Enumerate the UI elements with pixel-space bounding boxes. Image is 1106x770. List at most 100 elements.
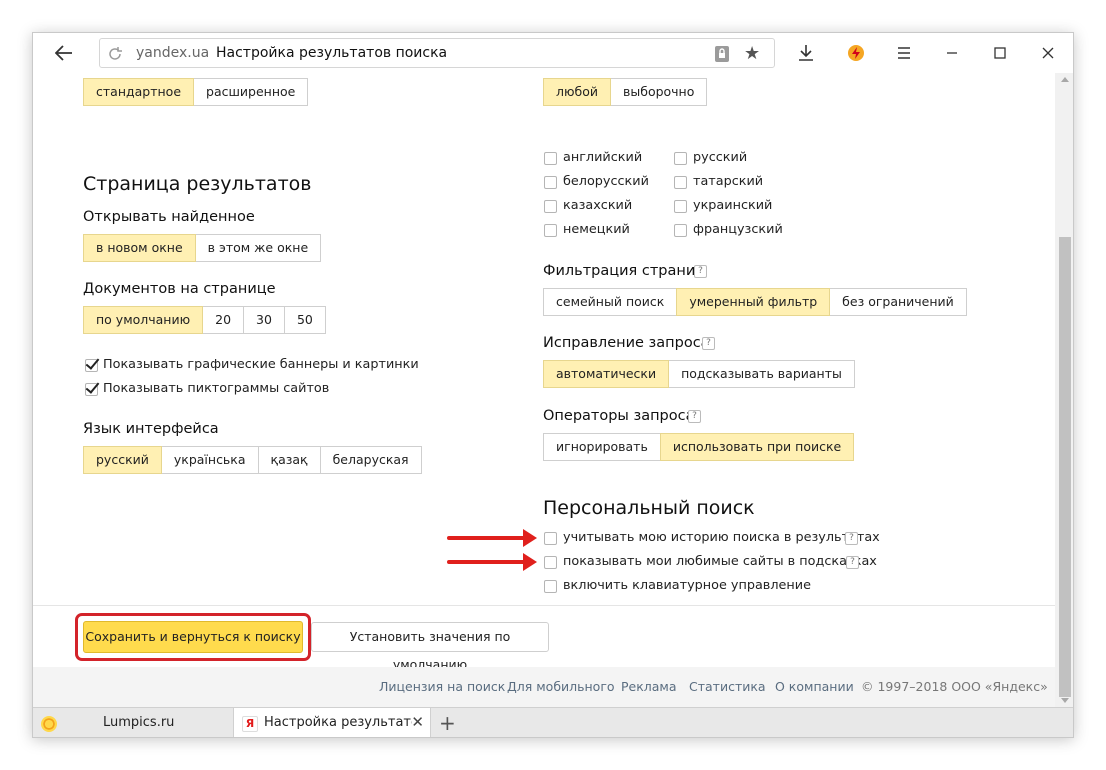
favorite-sites-help-icon[interactable]: ? (846, 556, 859, 569)
copyright-text: © 1997–2018 ООО «Яндекс» (861, 679, 1048, 694)
language-label: белорусский (563, 174, 649, 189)
option-20[interactable]: 20 (202, 306, 245, 334)
menu-hamburger-icon[interactable] (889, 41, 919, 65)
option-same-window[interactable]: в этом же окне (194, 234, 322, 262)
footer-link-license[interactable]: Лицензия на поиск (379, 679, 505, 694)
option-moderate-filter[interactable]: умеренный фильтр (676, 288, 831, 316)
option-30[interactable]: 30 (243, 306, 285, 334)
save-and-return-button[interactable]: Сохранить и вернуться к поиску (83, 621, 303, 653)
docs-per-page-label: Документов на странице (83, 281, 276, 297)
tab-title: Lumpics.ru (103, 715, 175, 730)
address-bar[interactable]: yandex.ua Настройка результатов поиска ★ (99, 38, 775, 68)
query-operators-segment: игнорировать использовать при поиске (543, 433, 855, 461)
option-auto-fix[interactable]: автоматически (543, 360, 670, 388)
language-checkbox[interactable] (674, 176, 687, 189)
new-tab-plus-icon[interactable]: + (439, 711, 456, 735)
banners-checkbox-label: Показывать графические баннеры и картинк… (103, 357, 419, 372)
page-filter-help-icon[interactable]: ? (694, 265, 707, 278)
option-ignore-operators[interactable]: игнорировать (543, 433, 661, 461)
reload-icon[interactable] (106, 45, 124, 63)
query-fix-label: Исправление запроса (543, 335, 710, 351)
option-lang-ru[interactable]: русский (83, 446, 162, 474)
language-checkbox[interactable] (544, 152, 557, 165)
footer-links-bar: Лицензия на поиск Для мобильного Реклама… (33, 667, 1055, 707)
language-checkbox[interactable] (674, 224, 687, 237)
favorite-sites-checkbox[interactable] (544, 556, 557, 569)
interface-language-label: Язык интерфейса (83, 421, 219, 437)
bookmark-star-icon[interactable]: ★ (744, 43, 760, 64)
option-selective-language[interactable]: выборочно (610, 78, 708, 106)
query-operators-help-icon[interactable]: ? (688, 410, 701, 423)
annotation-arrow-icon (447, 553, 537, 571)
history-checkbox[interactable] (544, 532, 557, 545)
query-operators-label: Операторы запроса (543, 408, 695, 424)
favicons-checkbox-label: Показывать пиктограммы сайтов (103, 381, 330, 396)
keyboard-control-checkbox[interactable] (544, 580, 557, 593)
footer-link-mobile[interactable]: Для мобильного (507, 679, 615, 694)
tab-search-settings[interactable]: Я Настройка результатов поиска ✕ (233, 708, 431, 737)
language-label: русский (693, 150, 748, 165)
language-checkbox[interactable] (544, 224, 557, 237)
close-tab-icon[interactable]: ✕ (411, 713, 424, 731)
language-checkbox[interactable] (674, 152, 687, 165)
scroll-up-icon[interactable] (1061, 77, 1069, 82)
annotation-arrow-icon (447, 529, 537, 547)
lock-icon[interactable] (713, 45, 731, 63)
option-lang-be[interactable]: беларуская (319, 446, 422, 474)
language-label: казахский (563, 198, 633, 213)
option-standard[interactable]: стандартное (83, 78, 195, 106)
option-default[interactable]: по умолчанию (83, 306, 204, 334)
maximize-icon[interactable] (985, 41, 1015, 65)
banners-checkbox[interactable] (85, 359, 98, 372)
option-no-filter[interactable]: без ограничений (829, 288, 967, 316)
search-language-segment: любой выборочно (543, 78, 708, 106)
language-checkbox[interactable] (544, 200, 557, 213)
download-icon[interactable] (791, 41, 821, 65)
favorite-sites-checkbox-label: показывать мои любимые сайты в подсказка… (563, 554, 877, 569)
close-window-icon[interactable] (1033, 41, 1063, 65)
scroll-thumb[interactable] (1059, 237, 1071, 697)
turbo-flash-icon[interactable] (841, 41, 871, 65)
open-found-segment: в новом окне в этом же окне (83, 234, 322, 262)
vertical-scrollbar[interactable] (1055, 73, 1073, 707)
option-use-operators[interactable]: использовать при поиске (659, 433, 855, 461)
option-new-window[interactable]: в новом окне (83, 234, 196, 262)
history-help-icon[interactable]: ? (845, 532, 858, 545)
option-lang-kk[interactable]: қазақ (257, 446, 321, 474)
reset-defaults-button[interactable]: Установить значения по умолчанию (311, 622, 549, 672)
docs-per-page-segment: по умолчанию 20 30 50 (83, 306, 326, 334)
query-fix-help-icon[interactable]: ? (702, 337, 715, 350)
browser-window: yandex.ua Настройка результатов поиска ★… (32, 32, 1074, 738)
tab-bar: Lumpics.ru Я Настройка результатов поиск… (33, 707, 1073, 737)
favicons-checkbox[interactable] (85, 383, 98, 396)
language-label: татарский (693, 174, 764, 189)
interface-language-segment: русский українська қазақ беларуская (83, 446, 422, 474)
language-label: английский (563, 150, 643, 165)
option-suggest-variants[interactable]: подсказывать варианты (668, 360, 855, 388)
page-filter-label: Фильтрация страниц (543, 263, 706, 279)
open-found-label: Открывать найденное (83, 209, 255, 225)
language-checkbox[interactable] (674, 200, 687, 213)
option-family-filter[interactable]: семейный поиск (543, 288, 678, 316)
language-checkbox[interactable] (544, 176, 557, 189)
option-any-language[interactable]: любой (543, 78, 611, 106)
lumpics-favicon-icon (41, 716, 57, 732)
option-50[interactable]: 50 (283, 306, 326, 334)
address-page-title: Настройка результатов поиска (216, 45, 448, 61)
results-page-heading: Страница результатов (83, 173, 312, 195)
option-extended[interactable]: расширенное (193, 78, 309, 106)
footer-link-about[interactable]: О компании (775, 679, 854, 694)
back-arrow-icon[interactable] (49, 41, 79, 65)
scroll-down-icon[interactable] (1061, 698, 1069, 703)
footer-link-stats[interactable]: Статистика (689, 679, 766, 694)
personal-search-heading: Персональный поиск (543, 497, 755, 519)
history-checkbox-label: учитывать мою историю поиска в результат… (563, 530, 880, 545)
option-lang-uk[interactable]: українська (160, 446, 259, 474)
yandex-favicon-icon: Я (242, 716, 258, 732)
minimize-icon[interactable] (937, 41, 967, 65)
language-label: немецкий (563, 222, 630, 237)
keyboard-control-checkbox-label: включить клавиатурное управление (563, 578, 811, 593)
footer-link-ads[interactable]: Реклама (621, 679, 677, 694)
tab-lumpics[interactable]: Lumpics.ru (33, 708, 233, 737)
language-label: украинский (693, 198, 773, 213)
